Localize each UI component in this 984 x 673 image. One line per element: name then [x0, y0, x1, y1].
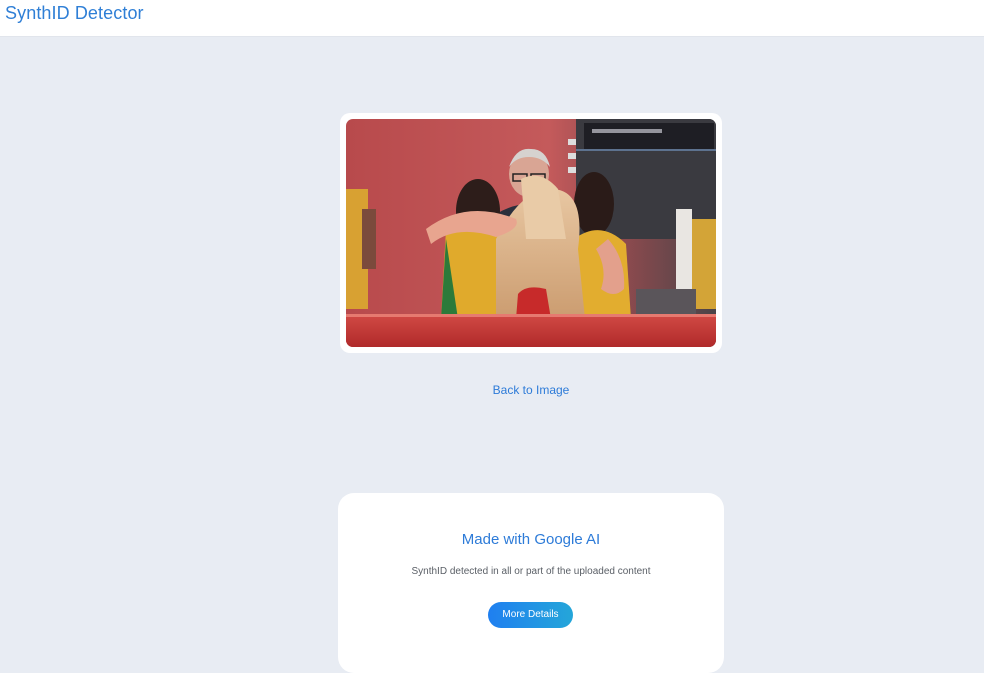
- image-preview-card: [340, 113, 722, 353]
- photo-illustration: [346, 119, 716, 347]
- result-description: SynthID detected in all or part of the u…: [411, 566, 651, 577]
- top-bar: SynthID Detector: [0, 0, 984, 37]
- result-title: Made with Google AI: [461, 531, 601, 548]
- result-card: Made with Google AI SynthID detected in …: [338, 493, 724, 673]
- more-details-button[interactable]: More Details: [488, 602, 573, 628]
- app-title: SynthID Detector: [5, 3, 144, 23]
- uploaded-image: [346, 119, 716, 347]
- back-to-image-link[interactable]: Back to Image: [0, 383, 984, 397]
